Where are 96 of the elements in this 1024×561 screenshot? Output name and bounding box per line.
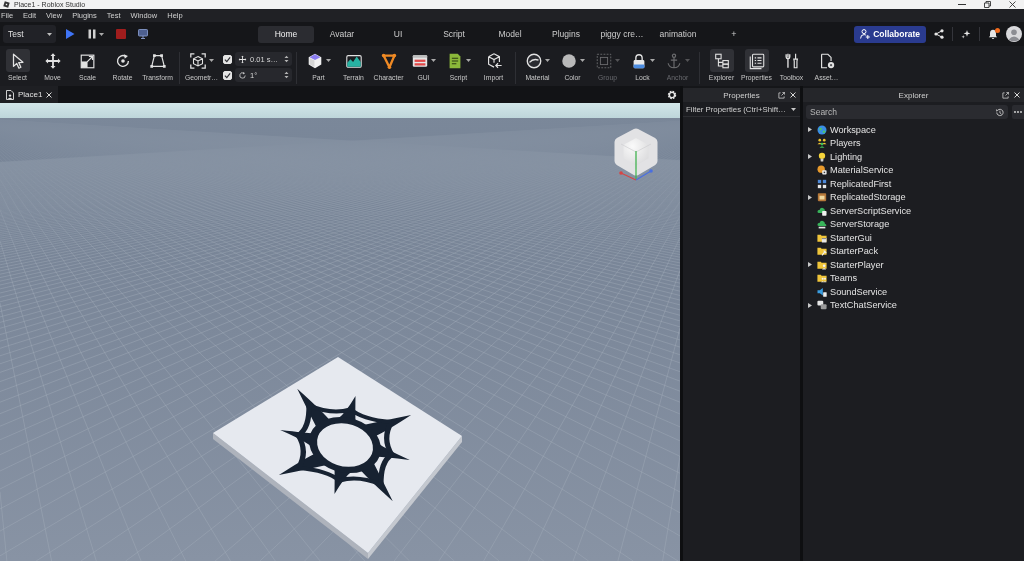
explorer-item[interactable]: MaterialService [803, 163, 1024, 177]
undock-icon[interactable] [778, 91, 785, 99]
gear-icon[interactable] [667, 89, 677, 100]
transform-box-icon [148, 51, 167, 70]
ribbon-tab[interactable]: Home [258, 25, 314, 43]
move-arrows-icon [238, 54, 247, 64]
caret-icon[interactable] [650, 59, 655, 62]
explorer-item[interactable]: ReplicatedFirst [803, 177, 1024, 191]
panel-title: Explorer [898, 90, 929, 100]
caret-icon[interactable] [791, 108, 796, 111]
cloud-page-icon [817, 205, 827, 216]
spinner-arrows-icon [284, 55, 289, 63]
explorer-item[interactable]: Teams [803, 271, 1024, 285]
snap-checkbox[interactable] [223, 54, 232, 64]
globe-icon [817, 124, 827, 135]
caret-icon[interactable] [545, 59, 550, 62]
expand-arrow-icon[interactable] [808, 127, 812, 133]
ribbon-tab[interactable]: piggy cre… [594, 25, 650, 43]
explorer-item[interactable]: Lighting [803, 150, 1024, 164]
stop-icon [116, 29, 126, 39]
anchor-icon [665, 51, 683, 70]
add-tab-button[interactable]: + [706, 25, 762, 43]
folder-window-icon [817, 232, 827, 243]
ribbon-tab[interactable]: Plugins [538, 25, 594, 43]
ribbon-tab[interactable]: UI [370, 25, 426, 43]
ribbon-tab[interactable]: Model [482, 25, 538, 43]
expand-arrow-icon[interactable] [808, 154, 812, 160]
expand-arrow-icon[interactable] [808, 302, 812, 308]
device-button[interactable] [135, 26, 151, 42]
pause-icon [87, 29, 97, 39]
tree-list-icon [712, 51, 731, 70]
explorer-item[interactable]: StarterPlayer [803, 258, 1024, 272]
folder-person-icon [817, 259, 827, 270]
user-avatar[interactable] [1006, 26, 1022, 42]
light-bulb-icon [817, 151, 827, 162]
restore-icon[interactable] [984, 1, 991, 8]
document-icon [6, 89, 14, 100]
explorer-item[interactable]: ReplicatedStorage [803, 190, 1024, 204]
play-icon [65, 29, 75, 39]
cube-icon [306, 51, 324, 70]
explorer-item[interactable]: StarterGui [803, 231, 1024, 245]
share-icon[interactable] [934, 29, 944, 39]
explorer-item[interactable]: TextChatService [803, 298, 1024, 312]
caret-icon[interactable] [47, 32, 52, 36]
explorer-item[interactable]: SoundService [803, 285, 1024, 299]
move-arrows-icon [43, 51, 62, 70]
caret-icon[interactable] [99, 32, 104, 36]
person-add-icon [860, 29, 871, 39]
explorer-item[interactable]: ServerStorage [803, 217, 1024, 231]
collaborate-button[interactable]: Collaborate [854, 25, 926, 43]
storage-box-icon [817, 192, 827, 203]
explorer-item[interactable]: ServerScriptService [803, 204, 1024, 218]
explorer-item[interactable]: Players [803, 136, 1024, 150]
undock-icon[interactable] [1002, 91, 1009, 99]
caret-icon[interactable] [431, 59, 436, 62]
ribbon-tab[interactable]: Script [426, 25, 482, 43]
ribbon-tab[interactable]: animation [650, 25, 706, 43]
bracketed-cube-icon [189, 51, 207, 70]
ball-badge-icon [817, 165, 827, 176]
history-icon[interactable] [995, 107, 1004, 117]
folder-people-icon [817, 273, 827, 284]
spinner-arrows-icon [284, 71, 289, 79]
stacked-blocks-icon [817, 178, 827, 189]
minimize-icon[interactable] [958, 1, 966, 8]
more-button[interactable] [1012, 105, 1024, 119]
caret-icon[interactable] [466, 59, 471, 62]
search-field[interactable]: Search [806, 105, 1008, 119]
rotate-icon [238, 70, 247, 80]
explorer-item[interactable]: StarterPack [803, 244, 1024, 258]
speaker-icon [817, 286, 827, 297]
cloud-icon [817, 219, 827, 230]
panel-title: Properties [723, 90, 760, 100]
mode-dropdown[interactable]: Test [3, 25, 56, 43]
monitor-icon [138, 29, 148, 39]
folder-tool-icon [817, 246, 827, 257]
people-icon [817, 138, 827, 149]
explorer-item[interactable]: Workspace [803, 123, 1024, 137]
caret-icon[interactable] [326, 59, 331, 62]
caret-icon[interactable] [209, 59, 214, 62]
snap-checkbox[interactable] [223, 70, 232, 80]
expand-arrow-icon[interactable] [808, 194, 812, 200]
caret-icon[interactable] [580, 59, 585, 62]
view-cube[interactable] [614, 128, 658, 181]
stacked-pages-icon [747, 51, 766, 70]
material-ball-icon [525, 51, 543, 70]
expand-arrow-icon[interactable] [808, 262, 812, 268]
document-tab[interactable]: Place1 [0, 86, 59, 103]
color-circle-icon [560, 51, 578, 70]
ribbon-tab[interactable]: Avatar [314, 25, 370, 43]
triangle-joints-icon [379, 51, 398, 70]
group-box-icon [595, 51, 613, 70]
wrench-screwdriver-icon [782, 51, 801, 70]
close-icon[interactable] [1009, 1, 1016, 8]
sparkle-icon[interactable] [961, 29, 971, 39]
bell-icon[interactable] [988, 29, 998, 39]
chat-bubbles-icon [817, 300, 827, 311]
